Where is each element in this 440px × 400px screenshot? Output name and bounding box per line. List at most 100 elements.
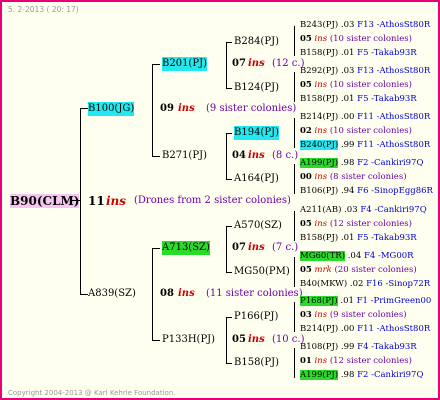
right-row: 05 mrk (20 sister colonies)	[300, 265, 417, 276]
b201-ins: ins	[248, 58, 265, 69]
row-line: F6 -SinopEgg86R	[357, 186, 433, 196]
row-id[interactable]: A199(PJ)	[300, 158, 339, 168]
row-id[interactable]: P168(PJ)	[300, 296, 338, 306]
row-id[interactable]: B108(PJ)	[300, 342, 338, 352]
connector	[152, 64, 153, 156]
connector	[226, 133, 232, 134]
a839-note: (11 sister colonies)	[206, 288, 303, 299]
connector	[294, 257, 295, 287]
queen-b158[interactable]: B158(PJ)	[234, 356, 279, 370]
row-line: F2 -Cankiri97Q	[357, 158, 424, 168]
row-id[interactable]: B214(PJ)	[300, 112, 338, 122]
row-note: (10 sister colonies)	[329, 126, 412, 136]
root-queen[interactable]: B90(CLM)	[10, 194, 80, 208]
right-row: B108(PJ) .99 F4 -Takab93R	[300, 342, 417, 353]
right-row: A199(PJ) .98 F2 -Cankiri97Q	[300, 158, 423, 169]
pedigree-frame: 5. 2-2013 ( 20: 17) B90(CLM) 11 ins (Dro…	[0, 0, 440, 400]
p133-year: 05	[232, 334, 246, 345]
right-row: 05 ins (10 sister colonies)	[300, 34, 412, 45]
row-id[interactable]: B292(PJ)	[300, 66, 338, 76]
row-year: .04	[347, 251, 362, 261]
right-row: B243(PJ) .03 F13 -AthosSt80R	[300, 20, 430, 31]
row-year: .98	[340, 158, 355, 168]
connector	[226, 317, 227, 363]
row-year: 05	[300, 80, 312, 90]
root-ins: ins	[106, 194, 127, 208]
queen-a570[interactable]: A570(SZ)	[234, 219, 282, 233]
queen-p166[interactable]: P166(PJ)	[234, 310, 278, 324]
b100-ins: ins	[178, 103, 195, 114]
queen-b124[interactable]: B124(PJ)	[234, 81, 279, 95]
row-ins: ins	[314, 34, 328, 44]
right-row: 00 ins (8 sister colonies)	[300, 172, 407, 183]
connector	[226, 179, 232, 180]
row-ins: ins	[314, 80, 328, 90]
row-year: .99	[340, 140, 355, 150]
queen-p133[interactable]: P133H(PJ)	[162, 333, 215, 347]
row-id[interactable]: B240(PJ)	[300, 140, 339, 150]
row-line: F11 -AthosSt80R	[357, 140, 431, 150]
connector	[294, 164, 295, 194]
row-line: F1 -PrimGreen00	[356, 296, 432, 306]
queen-a713[interactable]: A713(SZ)	[162, 241, 210, 255]
queen-b194[interactable]: B194(PJ)	[234, 126, 279, 140]
right-row: B214(PJ) .00 F11 -AthosSt80R	[300, 112, 430, 123]
row-note: (20 sister colonies)	[334, 265, 417, 275]
row-line: F4 -MG00R	[363, 251, 414, 261]
row-year: .99	[340, 342, 355, 352]
b100-year: 09	[160, 103, 174, 114]
row-note: (10 sister colonies)	[329, 34, 412, 44]
row-year: 03	[300, 310, 312, 320]
a713-ins: ins	[248, 242, 265, 253]
row-line: F13 -AthosSt80R	[357, 66, 431, 76]
row-year: .03	[340, 66, 355, 76]
row-line: F11 -AthosSt80R	[357, 112, 431, 122]
connector	[226, 272, 232, 273]
right-row: 02 ins (10 sister colonies)	[300, 126, 412, 137]
b100-note: (9 sister colonies)	[206, 103, 297, 114]
b271-ins: ins	[248, 150, 265, 161]
queen-b284[interactable]: B284(PJ)	[234, 35, 279, 49]
queen-b271[interactable]: B271(PJ)	[162, 149, 207, 163]
row-id[interactable]: B106(PJ)	[300, 186, 338, 196]
connector	[226, 226, 232, 227]
right-row: B106(PJ) .94 F6 -SinopEgg86R	[300, 186, 433, 197]
row-note: (12 sister colonies)	[329, 356, 412, 366]
row-ins: ins	[314, 126, 328, 136]
row-id[interactable]: B158(PJ)	[300, 48, 338, 58]
connector	[80, 108, 81, 294]
queen-a164[interactable]: A164(PJ)	[234, 172, 279, 186]
b271-year: 04	[232, 150, 246, 161]
row-id[interactable]: B40(MKW)	[300, 279, 347, 289]
row-ins: ins	[314, 219, 328, 229]
connector	[226, 42, 232, 43]
row-note: (9 sister colonies)	[329, 310, 407, 320]
row-ins: ins	[314, 172, 328, 182]
row-line: F2 -Cankiri97Q	[357, 370, 424, 380]
queen-b201[interactable]: B201(PJ)	[162, 57, 207, 71]
row-id[interactable]: MG60(TR)	[300, 251, 346, 261]
row-id[interactable]: B243(PJ)	[300, 20, 338, 30]
row-ins: ins	[314, 310, 328, 320]
row-id[interactable]: B158(PJ)	[300, 233, 338, 243]
queen-mg50[interactable]: MG50(PM)	[234, 265, 290, 279]
row-year: .98	[340, 370, 355, 380]
row-year: .01	[340, 94, 355, 104]
right-row: 05 ins (10 sister colonies)	[300, 80, 412, 91]
connector	[80, 108, 88, 109]
row-id[interactable]: B158(PJ)	[300, 94, 338, 104]
row-id[interactable]: B214(PJ)	[300, 324, 338, 334]
right-row: B240(PJ) .99 F11 -AthosSt80R	[300, 140, 430, 151]
right-row: A199(PJ) .98 F2 -Cankiri97Q	[300, 370, 423, 381]
row-year: .01	[340, 48, 355, 58]
copyright-footer: Copyright 2004-2013 @ Karl Kehrle Founda…	[8, 389, 176, 397]
right-row: B292(PJ) .03 F13 -AthosSt80R	[300, 66, 430, 77]
row-id[interactable]: A199(PJ)	[300, 370, 339, 380]
queen-a839[interactable]: A839(SZ)	[88, 287, 136, 301]
root-note: (Drones from 2 sister colonies)	[134, 195, 291, 206]
queen-b100[interactable]: B100(JG)	[88, 102, 135, 116]
row-year: 00	[300, 172, 312, 182]
connector	[152, 64, 160, 65]
row-id[interactable]: A211(AB)	[300, 205, 341, 215]
row-year: .03	[340, 20, 355, 30]
